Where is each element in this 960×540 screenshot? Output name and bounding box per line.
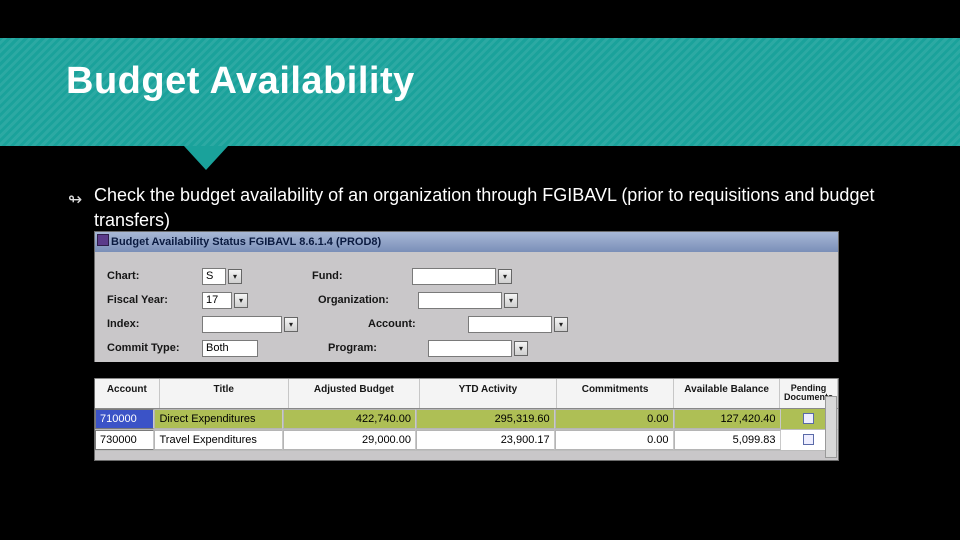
col-adjusted-budget: Adjusted Budget [289, 379, 420, 408]
grid-header: Account Title Adjusted Budget YTD Activi… [95, 378, 838, 409]
cell-ytd: 23,900.17 [416, 430, 555, 450]
label-account: Account: [368, 318, 468, 330]
pointer-arrow-icon [184, 146, 228, 170]
label-commit-type: Commit Type: [107, 342, 202, 354]
bullet-text: Check the budget availability of an orga… [94, 183, 904, 233]
organization-input[interactable] [418, 292, 502, 309]
vertical-scrollbar[interactable] [825, 396, 837, 458]
table-row[interactable]: 730000 Travel Expenditures 29,000.00 23,… [95, 430, 838, 451]
label-index: Index: [107, 318, 202, 330]
checkbox-icon[interactable] [803, 434, 814, 445]
program-dropdown-icon[interactable]: ▾ [514, 341, 528, 356]
slide: Budget Availability ↬ Check the budget a… [0, 0, 960, 540]
account-input[interactable] [468, 316, 552, 333]
cell-title: Travel Expenditures [154, 430, 283, 450]
col-commitments: Commitments [557, 379, 674, 408]
label-fiscal-year: Fiscal Year: [107, 294, 202, 306]
label-organization: Organization: [318, 294, 418, 306]
cell-account[interactable]: 710000 [95, 409, 154, 429]
organization-dropdown-icon[interactable]: ▾ [504, 293, 518, 308]
app-icon [97, 234, 109, 246]
cell-ytd: 295,319.60 [416, 409, 555, 429]
fiscal-year-dropdown-icon[interactable]: ▾ [234, 293, 248, 308]
form-row: Index: ▾ Account: ▾ [107, 312, 826, 336]
cell-account[interactable]: 730000 [95, 430, 154, 450]
label-fund: Fund: [312, 270, 412, 282]
separator [94, 362, 839, 378]
form-row: Chart: S ▾ Fund: ▾ [107, 264, 826, 288]
key-block-form: Chart: S ▾ Fund: ▾ Fiscal Year: 17 ▾ Org… [95, 252, 838, 362]
col-ytd-activity: YTD Activity [420, 379, 557, 408]
table-row[interactable]: 710000 Direct Expenditures 422,740.00 29… [95, 409, 838, 430]
commit-type-input[interactable]: Both [202, 340, 258, 357]
fund-dropdown-icon[interactable]: ▾ [498, 269, 512, 284]
fiscal-year-input[interactable]: 17 [202, 292, 232, 309]
fund-input[interactable] [412, 268, 496, 285]
label-program: Program: [328, 342, 428, 354]
form-row: Fiscal Year: 17 ▾ Organization: ▾ [107, 288, 826, 312]
cell-title: Direct Expenditures [154, 409, 283, 429]
cell-available: 5,099.83 [674, 430, 781, 450]
budget-grid: Account Title Adjusted Budget YTD Activi… [95, 378, 838, 451]
col-account: Account [95, 379, 160, 408]
index-input[interactable] [202, 316, 282, 333]
cell-adjusted: 29,000.00 [283, 430, 416, 450]
label-chart: Chart: [107, 270, 202, 282]
window-title: Budget Availability Status FGIBAVL 8.6.1… [111, 236, 381, 248]
bullet-icon: ↬ [68, 190, 82, 210]
col-available-balance: Available Balance [674, 379, 780, 408]
index-dropdown-icon[interactable]: ▾ [284, 317, 298, 332]
cell-available: 127,420.40 [674, 409, 781, 429]
cell-adjusted: 422,740.00 [283, 409, 416, 429]
chart-input[interactable]: S [202, 268, 226, 285]
page-title: Budget Availability [66, 60, 415, 103]
window-titlebar: Budget Availability Status FGIBAVL 8.6.1… [95, 232, 838, 252]
account-dropdown-icon[interactable]: ▾ [554, 317, 568, 332]
program-input[interactable] [428, 340, 512, 357]
cell-commitments: 0.00 [555, 409, 674, 429]
form-row: Commit Type: Both Program: ▾ [107, 336, 826, 360]
cell-commitments: 0.00 [555, 430, 674, 450]
col-title: Title [160, 379, 289, 408]
chart-dropdown-icon[interactable]: ▾ [228, 269, 242, 284]
app-window: Budget Availability Status FGIBAVL 8.6.1… [94, 231, 839, 461]
checkbox-icon[interactable] [803, 413, 814, 424]
